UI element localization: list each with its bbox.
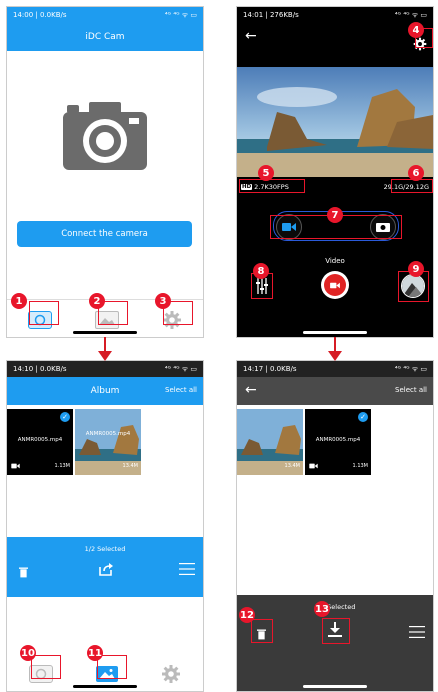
marker-7: 7 bbox=[327, 207, 343, 223]
check-icon: ✓ bbox=[358, 412, 368, 422]
marker-4: 4 bbox=[408, 22, 424, 38]
select-all-button[interactable]: Select all bbox=[395, 386, 427, 394]
file-name: ANMR0005.mp4 bbox=[315, 437, 361, 443]
home-indicator bbox=[73, 685, 137, 688]
file-grid: 13.4M ✓ ANMR0005.mp4 1.13M bbox=[237, 405, 433, 595]
delete-button[interactable] bbox=[19, 563, 28, 582]
file-thumbnail[interactable]: ✓ ANMR0005.mp4 1.13M bbox=[305, 409, 371, 475]
top-bar: ← bbox=[237, 23, 433, 67]
highlight-box bbox=[97, 655, 127, 679]
nav-settings-tab[interactable] bbox=[161, 664, 181, 684]
menu-icon bbox=[179, 563, 195, 575]
share-icon bbox=[99, 563, 113, 576]
status-icons: ⁴ᴳ ⁴ᴳ ᯤ ▭ bbox=[164, 10, 197, 19]
record-icon bbox=[324, 274, 346, 296]
record-button[interactable] bbox=[321, 271, 349, 299]
mode-label: Video bbox=[325, 257, 345, 265]
highlight-box bbox=[322, 618, 350, 644]
status-icons: ⁴ᴳ ⁴ᴳ ᯤ ▭ bbox=[394, 364, 427, 373]
highlight-box bbox=[31, 655, 61, 679]
flow-arrow-head bbox=[328, 351, 342, 361]
page-title: Album bbox=[90, 386, 120, 396]
marker-12: 12 bbox=[239, 607, 255, 623]
download-screen: 14:17 | 0.0KB/s ⁴ᴳ ⁴ᴳ ᯤ ▭ ← Select all 1… bbox=[236, 360, 434, 692]
file-thumbnail[interactable]: ✓ ANMR0005.mp4 1.13M bbox=[7, 409, 73, 475]
connect-camera-button[interactable]: Connect the camera bbox=[17, 221, 192, 247]
app-title: iDC Cam bbox=[7, 23, 203, 51]
status-icons: ⁴ᴳ ⁴ᴳ ᯤ ▭ bbox=[164, 364, 197, 373]
connect-camera-label: Connect the camera bbox=[61, 229, 148, 239]
status-bar: 14:17 | 0.0KB/s ⁴ᴳ ⁴ᴳ ᯤ ▭ bbox=[237, 361, 433, 377]
home-indicator bbox=[303, 685, 367, 688]
album-screen: 14:10 | 0.0KB/s ⁴ᴳ ⁴ᴳ ᯤ ▭ Album Select a… bbox=[6, 360, 204, 692]
back-arrow-icon[interactable]: ← bbox=[245, 29, 257, 43]
status-bar: 14:00 | 0.0KB/s ⁴ᴳ ⁴ᴳ ᯤ ▭ bbox=[7, 7, 203, 23]
live-view-screen: 14:01 | 276KB/s ⁴ᴳ ⁴ᴳ ᯤ ▭ ← HD 2.7K30FPS… bbox=[236, 6, 434, 338]
marker-8: 8 bbox=[253, 263, 269, 279]
marker-13: 13 bbox=[314, 601, 330, 617]
home-indicator bbox=[73, 331, 137, 334]
menu-button[interactable] bbox=[409, 624, 425, 643]
share-button[interactable] bbox=[99, 561, 113, 580]
marker-9: 9 bbox=[408, 261, 424, 277]
highlight-box bbox=[391, 179, 433, 193]
selection-bar: 1/2 Selected bbox=[7, 537, 203, 597]
camera-icon bbox=[63, 102, 147, 170]
file-thumbnail[interactable]: 13.4M bbox=[237, 409, 303, 475]
marker-2: 2 bbox=[89, 293, 105, 309]
trash-icon bbox=[19, 567, 28, 578]
highlight-box bbox=[251, 619, 273, 643]
nav-divider bbox=[7, 299, 203, 300]
live-preview bbox=[237, 67, 433, 177]
status-bar: 14:01 | 276KB/s ⁴ᴳ ⁴ᴳ ᯤ ▭ bbox=[237, 7, 433, 23]
selected-count: 1/2 Selected bbox=[84, 545, 126, 553]
marker-10: 10 bbox=[20, 645, 36, 661]
status-time: 14:17 | 0.0KB/s bbox=[243, 365, 297, 373]
home-indicator bbox=[303, 331, 367, 334]
marker-1: 1 bbox=[11, 293, 27, 309]
back-arrow-icon[interactable]: ← bbox=[245, 383, 257, 397]
menu-icon bbox=[409, 626, 425, 638]
marker-6: 6 bbox=[408, 165, 424, 181]
file-name: ANMR0005.mp4 bbox=[85, 431, 131, 437]
status-bar: 14:10 | 0.0KB/s ⁴ᴳ ⁴ᴳ ᯤ ▭ bbox=[7, 361, 203, 377]
marker-5: 5 bbox=[258, 165, 274, 181]
check-icon: ✓ bbox=[60, 412, 70, 422]
gear-icon bbox=[162, 665, 181, 683]
file-thumbnail[interactable]: ANMR0005.mp4 13.4M bbox=[75, 409, 141, 475]
highlight-box bbox=[29, 301, 59, 325]
album-title-bar: Album Select all bbox=[7, 377, 203, 405]
status-time: 14:01 | 276KB/s bbox=[243, 11, 299, 19]
highlight-box bbox=[239, 179, 305, 193]
home-screen: 14:00 | 0.0KB/s ⁴ᴳ ⁴ᴳ ᯤ ▭ iDC Cam Connec… bbox=[6, 6, 204, 338]
selected-count: 1/2 Selected bbox=[314, 603, 356, 611]
status-time: 14:00 | 0.0KB/s bbox=[13, 11, 67, 19]
album-title-bar: ← Select all bbox=[237, 377, 433, 405]
marker-3: 3 bbox=[155, 293, 171, 309]
camera-illustration bbox=[63, 102, 147, 174]
file-size: 13.4M bbox=[122, 463, 138, 469]
landscape-preview-image bbox=[237, 67, 433, 177]
file-size: 1.13M bbox=[352, 463, 368, 469]
file-size: 13.4M bbox=[284, 463, 300, 469]
file-name: ANMR0005.mp4 bbox=[17, 437, 63, 443]
menu-button[interactable] bbox=[179, 561, 195, 580]
marker-11: 11 bbox=[87, 645, 103, 661]
file-size: 1.13M bbox=[54, 463, 70, 469]
status-time: 14:10 | 0.0KB/s bbox=[13, 365, 67, 373]
status-icons: ⁴ᴳ ⁴ᴳ ᯤ ▭ bbox=[394, 10, 427, 19]
flow-arrow-head bbox=[98, 351, 112, 361]
video-camera-icon bbox=[11, 463, 20, 469]
video-camera-icon bbox=[309, 463, 318, 469]
select-all-button[interactable]: Select all bbox=[165, 386, 197, 394]
